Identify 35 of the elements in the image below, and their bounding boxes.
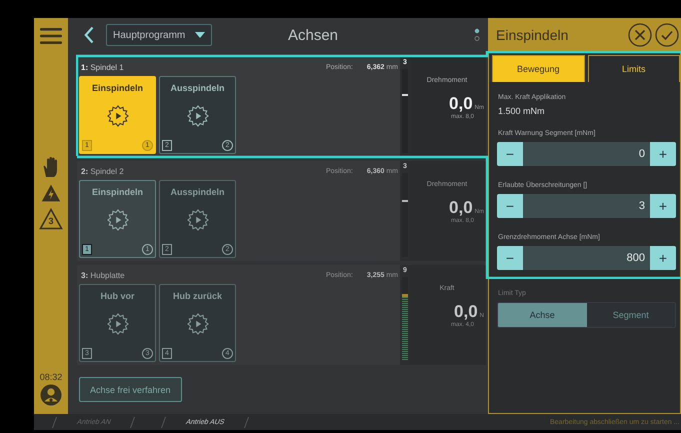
menu-icon[interactable] [40,28,62,44]
increment-button[interactable]: + [650,194,676,218]
decrement-button[interactable]: − [497,246,523,270]
panel-tab[interactable]: Limits [588,55,680,82]
panel-tab[interactable]: Bewegung [492,55,584,82]
gear-play-icon [106,105,128,127]
free-move-button[interactable]: Achse frei verfahren [79,377,182,402]
axis-name: 3: Hubplatte [81,270,126,280]
axis-name: 2: Spindel 2 [81,166,125,176]
close-icon[interactable] [628,23,652,47]
panel-title: Einspindeln [496,27,570,43]
decrement-button[interactable]: − [497,194,523,218]
gear-play-icon [106,313,128,335]
increment-button[interactable]: + [650,246,676,270]
warning-count-icon[interactable]: 3 [39,208,63,230]
gear-play-icon [186,313,208,335]
confirm-icon[interactable] [655,23,679,47]
program-dropdown[interactable]: Hauptprogramm [106,24,212,46]
number-field[interactable]: 800 [523,246,650,270]
number-field[interactable]: 3 [523,194,650,218]
increment-button[interactable]: + [650,142,676,166]
page-title: Achsen [286,26,340,44]
gear-play-icon [106,209,128,231]
gear-play-icon [186,105,208,127]
back-icon[interactable] [84,26,94,44]
max-force-value: 1.500 mNm [498,106,546,116]
lightning-warning-icon[interactable] [41,182,61,204]
clock-time: 08:32 [40,372,62,382]
gear-play-icon [186,209,208,231]
number-field[interactable]: 0 [523,142,650,166]
user-icon[interactable] [40,384,62,406]
axis-name: 1: Spindel 1 [81,62,125,72]
caret-icon [195,32,205,38]
page-indicator-icon[interactable] [474,28,480,42]
decrement-button[interactable]: − [497,142,523,166]
